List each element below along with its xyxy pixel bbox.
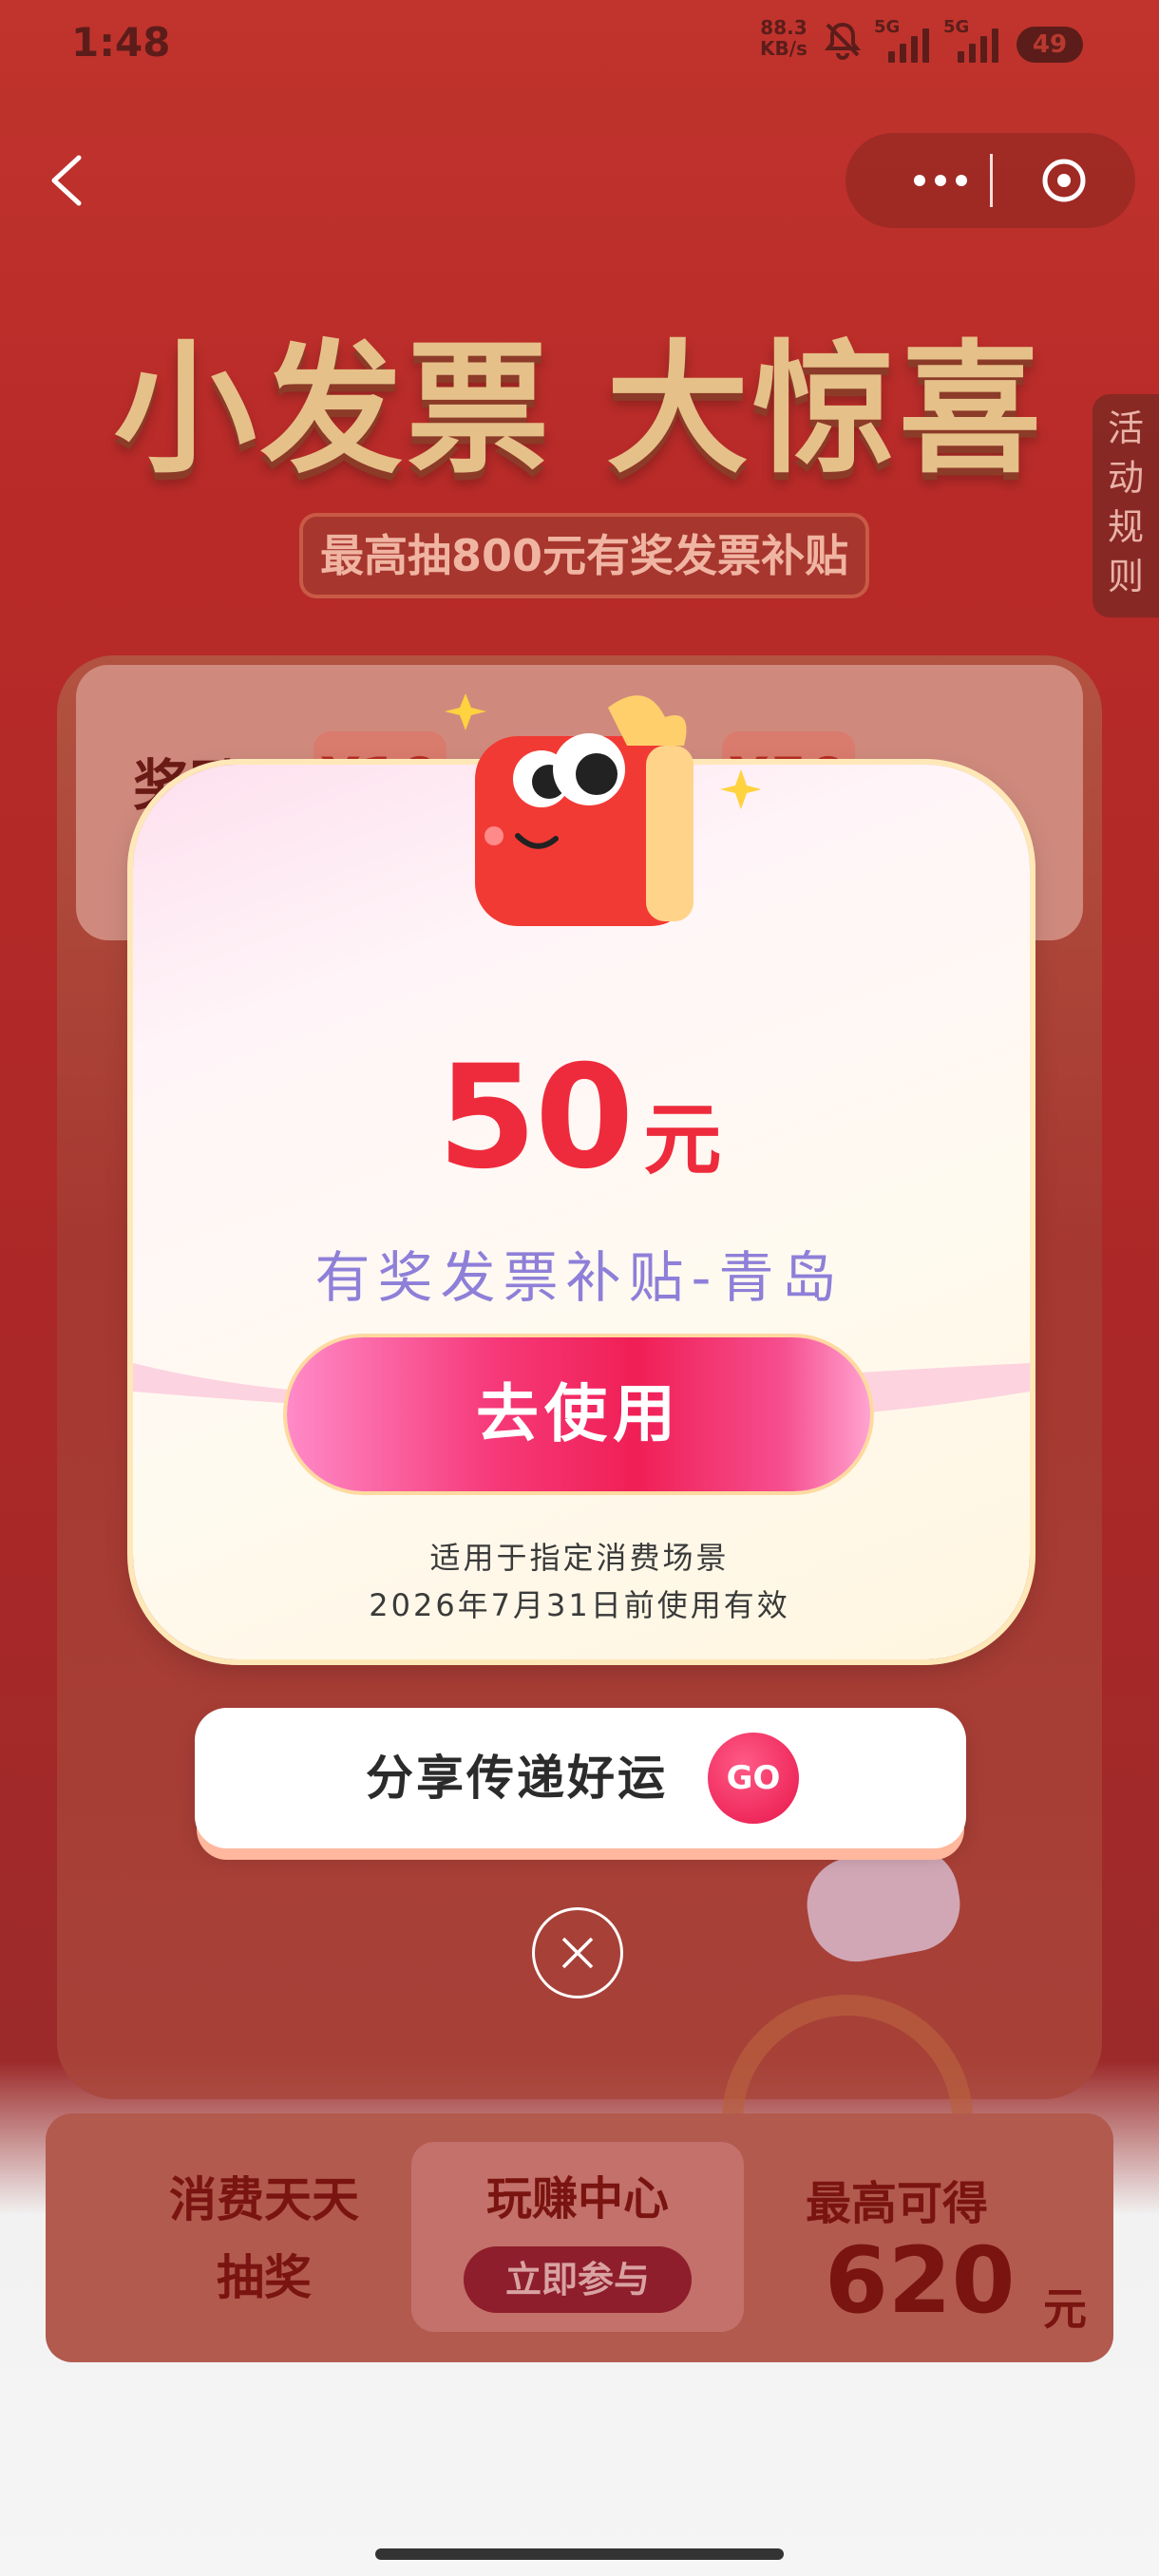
signal-icon xyxy=(888,27,929,63)
more-dots-icon[interactable] xyxy=(884,133,998,228)
campaign-subtitle: 最高抽800元有奖发票补贴 xyxy=(299,513,869,598)
capsule-divider xyxy=(990,154,993,207)
go-button[interactable]: GO xyxy=(708,1733,799,1824)
home-indicator[interactable] xyxy=(375,2548,784,2560)
activity-rules-tab[interactable]: 活动规则 xyxy=(1092,394,1159,617)
network-speed: 88.3 KB/s xyxy=(760,17,808,59)
daily-lottery-line2: 抽奖 xyxy=(217,2250,312,2305)
close-modal-icon[interactable] xyxy=(532,1907,623,1998)
battery-icon: 49 xyxy=(1016,27,1083,63)
usage-scope-note: 适用于指定消费场景 xyxy=(429,1540,730,1576)
reward-amount-value: 50 xyxy=(437,1035,635,1201)
daily-lottery-entry[interactable]: 消费天天 抽奖 xyxy=(103,2161,426,2317)
play-earn-center[interactable]: 玩赚中心 立即参与 xyxy=(411,2142,744,2332)
back-arrow-icon[interactable] xyxy=(43,152,90,209)
share-luck-button[interactable]: 分享传递好运 GO xyxy=(195,1708,966,1848)
status-time: 1:48 xyxy=(71,19,171,66)
play-earn-title: 玩赚中心 xyxy=(485,2172,669,2226)
coupon-name: 有奖发票补贴-青岛 xyxy=(314,1245,845,1310)
reward-amount-unit: 元 xyxy=(643,1095,722,1185)
campaign-title: 小发票 大惊喜 xyxy=(113,328,1046,493)
mute-bell-icon xyxy=(822,19,864,70)
max-reward-unit: 元 xyxy=(1043,2283,1087,2335)
bottom-promo-bar: 消费天天 抽奖 玩赚中心 立即参与 最高可得 620 元 xyxy=(46,2113,1113,2362)
use-coupon-button[interactable]: 去使用 xyxy=(287,1337,870,1491)
miniapp-capsule xyxy=(846,133,1135,228)
status-bar: 1:48 88.3 KB/s 5G 5G 49 xyxy=(0,0,1159,85)
share-luck-label: 分享传递好运 xyxy=(366,1751,668,1806)
max-reward-label: 最高可得 xyxy=(806,2177,989,2230)
close-miniapp-icon[interactable] xyxy=(1040,157,1088,204)
network-speed-unit: KB/s xyxy=(760,37,808,60)
daily-lottery-line1: 消费天天 xyxy=(169,2172,359,2227)
max-reward-amount: 620 xyxy=(825,2227,1016,2334)
network-speed-value: 88.3 xyxy=(760,16,808,39)
expiry-note: 2026年7月31日前使用有效 xyxy=(369,1587,790,1623)
join-now-button[interactable]: 立即参与 xyxy=(464,2246,692,2313)
gift-mascot-icon xyxy=(437,670,762,955)
signal-icon xyxy=(958,27,998,63)
reward-amount: 50 元 xyxy=(0,1035,1159,1201)
